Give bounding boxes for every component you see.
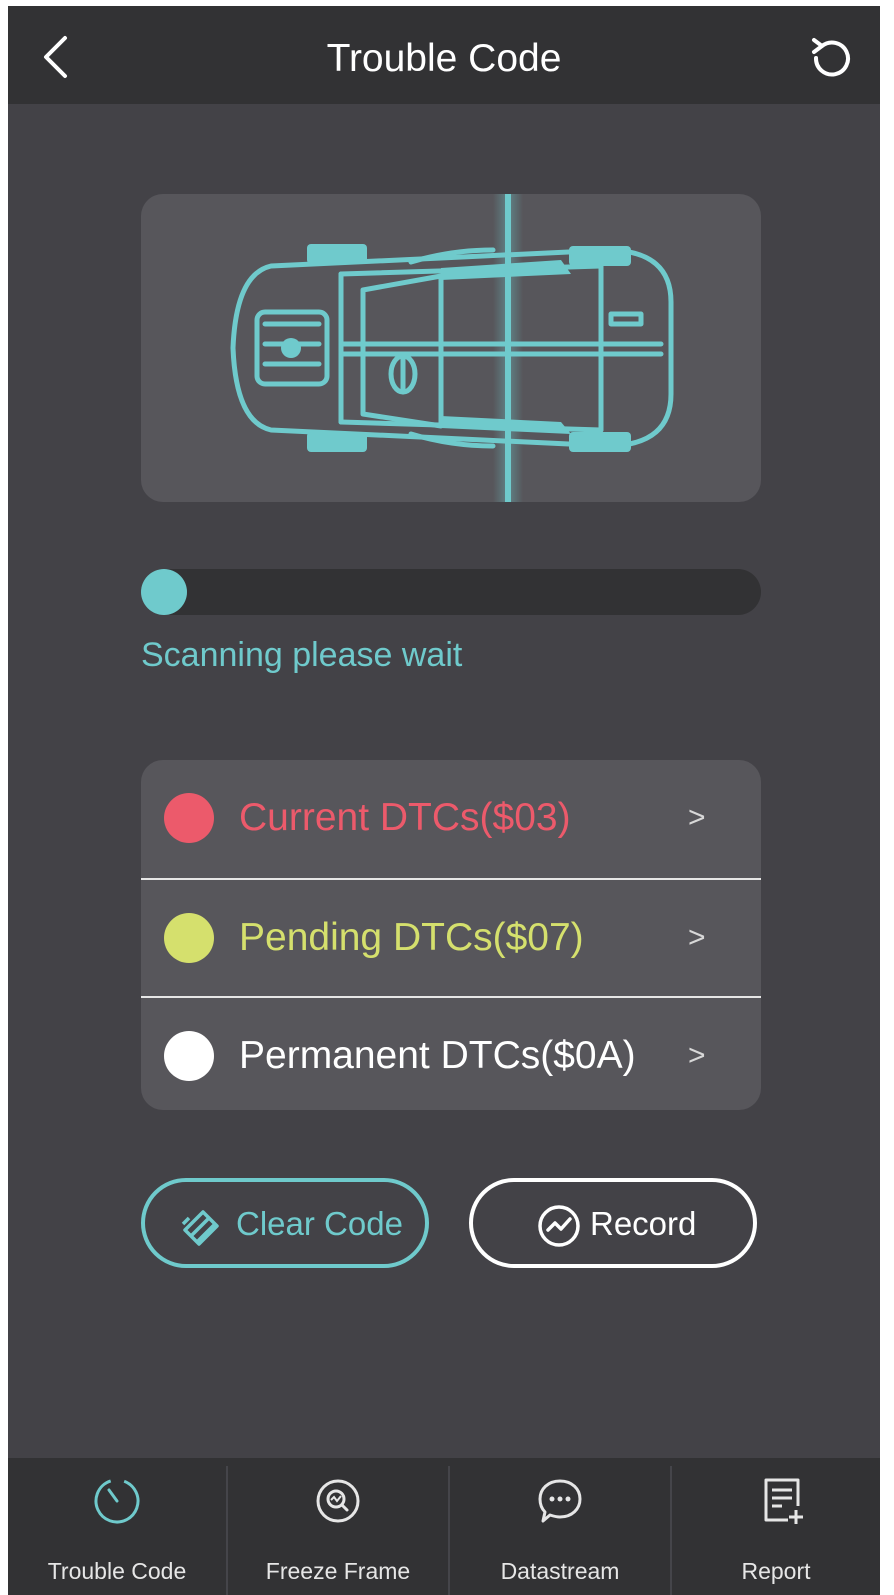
scan-status-text: Scanning please wait — [141, 636, 463, 674]
pulse-circle-icon — [538, 1205, 580, 1247]
record-button[interactable]: Record — [469, 1178, 757, 1268]
permanent-status-dot — [164, 1031, 214, 1081]
scan-line — [505, 194, 511, 502]
chevron-right-icon: > — [688, 921, 706, 954]
dtc-label: Current DTCs($03) — [239, 796, 571, 839]
chat-bubble-icon — [538, 1479, 582, 1523]
bottom-navigation: Trouble Code Freeze Frame Datastream Rep… — [8, 1458, 880, 1595]
pending-status-dot — [164, 913, 214, 963]
dtc-label: Pending DTCs($07) — [239, 916, 584, 959]
clear-code-button[interactable]: Clear Code — [141, 1178, 429, 1268]
scan-progress-indicator — [141, 569, 187, 615]
dtc-row-permanent[interactable]: Permanent DTCs($0A) > — [141, 996, 761, 1110]
nav-label: Freeze Frame — [265, 1558, 411, 1584]
refresh-icon — [812, 38, 850, 77]
nav-label: Datastream — [500, 1558, 620, 1584]
current-status-dot — [164, 793, 214, 843]
page-title: Trouble Code — [326, 37, 562, 80]
dtc-list: Current DTCs($03) > Pending DTCs($07) > … — [141, 760, 761, 1110]
nav-report[interactable]: Report — [672, 1458, 880, 1595]
chevron-right-icon: > — [688, 801, 706, 834]
clear-code-label: Clear Code — [236, 1205, 403, 1242]
nav-datastream[interactable]: Datastream — [450, 1458, 670, 1595]
magnifier-icon — [316, 1479, 360, 1523]
top-bar: Trouble Code — [8, 6, 880, 104]
record-label: Record — [590, 1205, 697, 1242]
scan-progress-bar — [141, 569, 761, 615]
nav-freeze-frame[interactable]: Freeze Frame — [228, 1458, 448, 1595]
dtc-row-pending[interactable]: Pending DTCs($07) > — [141, 878, 761, 996]
trouble-code-screen: Trouble Code Scanning please wait Curren… — [8, 6, 880, 1595]
vehicle-scan-illustration — [141, 194, 761, 502]
car-chassis-icon — [230, 244, 674, 452]
chevron-right-icon: > — [688, 1039, 706, 1072]
nav-trouble-code[interactable]: Trouble Code — [8, 1458, 226, 1595]
eraser-icon — [181, 1210, 219, 1246]
refresh-button[interactable] — [806, 36, 854, 84]
nav-label: Trouble Code — [47, 1558, 187, 1584]
gauge-icon — [94, 1478, 140, 1524]
dtc-label: Permanent DTCs($0A) — [239, 1034, 636, 1077]
report-add-icon — [764, 1478, 803, 1524]
dtc-row-current[interactable]: Current DTCs($03) > — [141, 760, 761, 876]
nav-label: Report — [741, 1558, 811, 1584]
